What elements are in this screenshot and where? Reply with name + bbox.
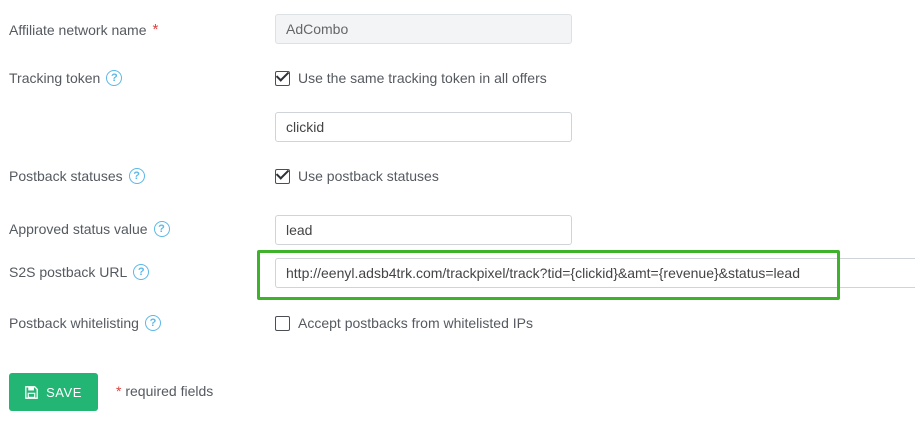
checkbox-unchecked-icon[interactable] [275,315,290,331]
tracking-token-label: Tracking token ? [9,70,123,86]
accept-whitelisted-ips-checkbox-row[interactable]: Accept postbacks from whitelisted IPs [275,315,533,331]
approved-status-value-label: Approved status value ? [9,221,170,237]
s2s-postback-url-input[interactable]: http://eenyl.adsb4trk.com/trackpixel/tra… [275,258,915,288]
help-question-icon[interactable]: ? [106,70,123,86]
required-asterisk: * [116,383,122,399]
postback-statuses-label-text: Postback statuses [9,168,123,184]
affiliate-network-name-input[interactable]: AdCombo [275,14,572,44]
s2s-postback-url-label: S2S postback URL ? [9,264,150,280]
postback-whitelisting-label-text: Postback whitelisting [9,315,139,331]
required-fields-text: required fields [125,383,214,399]
required-asterisk: * [152,21,159,38]
help-question-icon[interactable]: ? [144,315,161,331]
same-tracking-token-checkbox-label[interactable]: Use the same tracking token in all offer… [298,70,547,86]
checkbox-checked-icon[interactable] [275,168,290,184]
help-question-icon[interactable]: ? [128,168,145,184]
approved-status-value-input[interactable]: lead [275,215,572,245]
tracking-token-label-text: Tracking token [9,70,101,86]
s2s-postback-url-value: http://eenyl.adsb4trk.com/trackpixel/tra… [286,265,801,281]
postback-statuses-label: Postback statuses ? [9,168,145,184]
save-button-label: SAVE [46,384,82,400]
affiliate-network-name-value: AdCombo [286,21,349,37]
tracking-token-value: clickid [286,119,325,135]
postback-whitelisting-label: Postback whitelisting ? [9,315,161,331]
use-postback-statuses-checkbox-row[interactable]: Use postback statuses [275,168,439,184]
affiliate-network-name-label-text: Affiliate network name [9,21,147,38]
accept-whitelisted-ips-checkbox-label[interactable]: Accept postbacks from whitelisted IPs [298,315,533,331]
required-fields-note: * required fields [116,383,213,399]
help-question-icon[interactable]: ? [153,221,170,237]
tracking-token-input[interactable]: clickid [275,112,572,142]
affiliate-network-name-label: Affiliate network name * [9,21,158,38]
floppy-disk-icon [25,385,38,399]
same-tracking-token-checkbox-row[interactable]: Use the same tracking token in all offer… [275,70,547,86]
use-postback-statuses-checkbox-label[interactable]: Use postback statuses [298,168,439,184]
checkbox-checked-icon[interactable] [275,70,290,86]
help-question-icon[interactable]: ? [133,264,150,280]
approved-status-value-value: lead [286,222,313,238]
save-button[interactable]: SAVE [9,373,98,411]
s2s-postback-url-label-text: S2S postback URL [9,264,128,280]
approved-status-value-label-text: Approved status value [9,221,148,237]
